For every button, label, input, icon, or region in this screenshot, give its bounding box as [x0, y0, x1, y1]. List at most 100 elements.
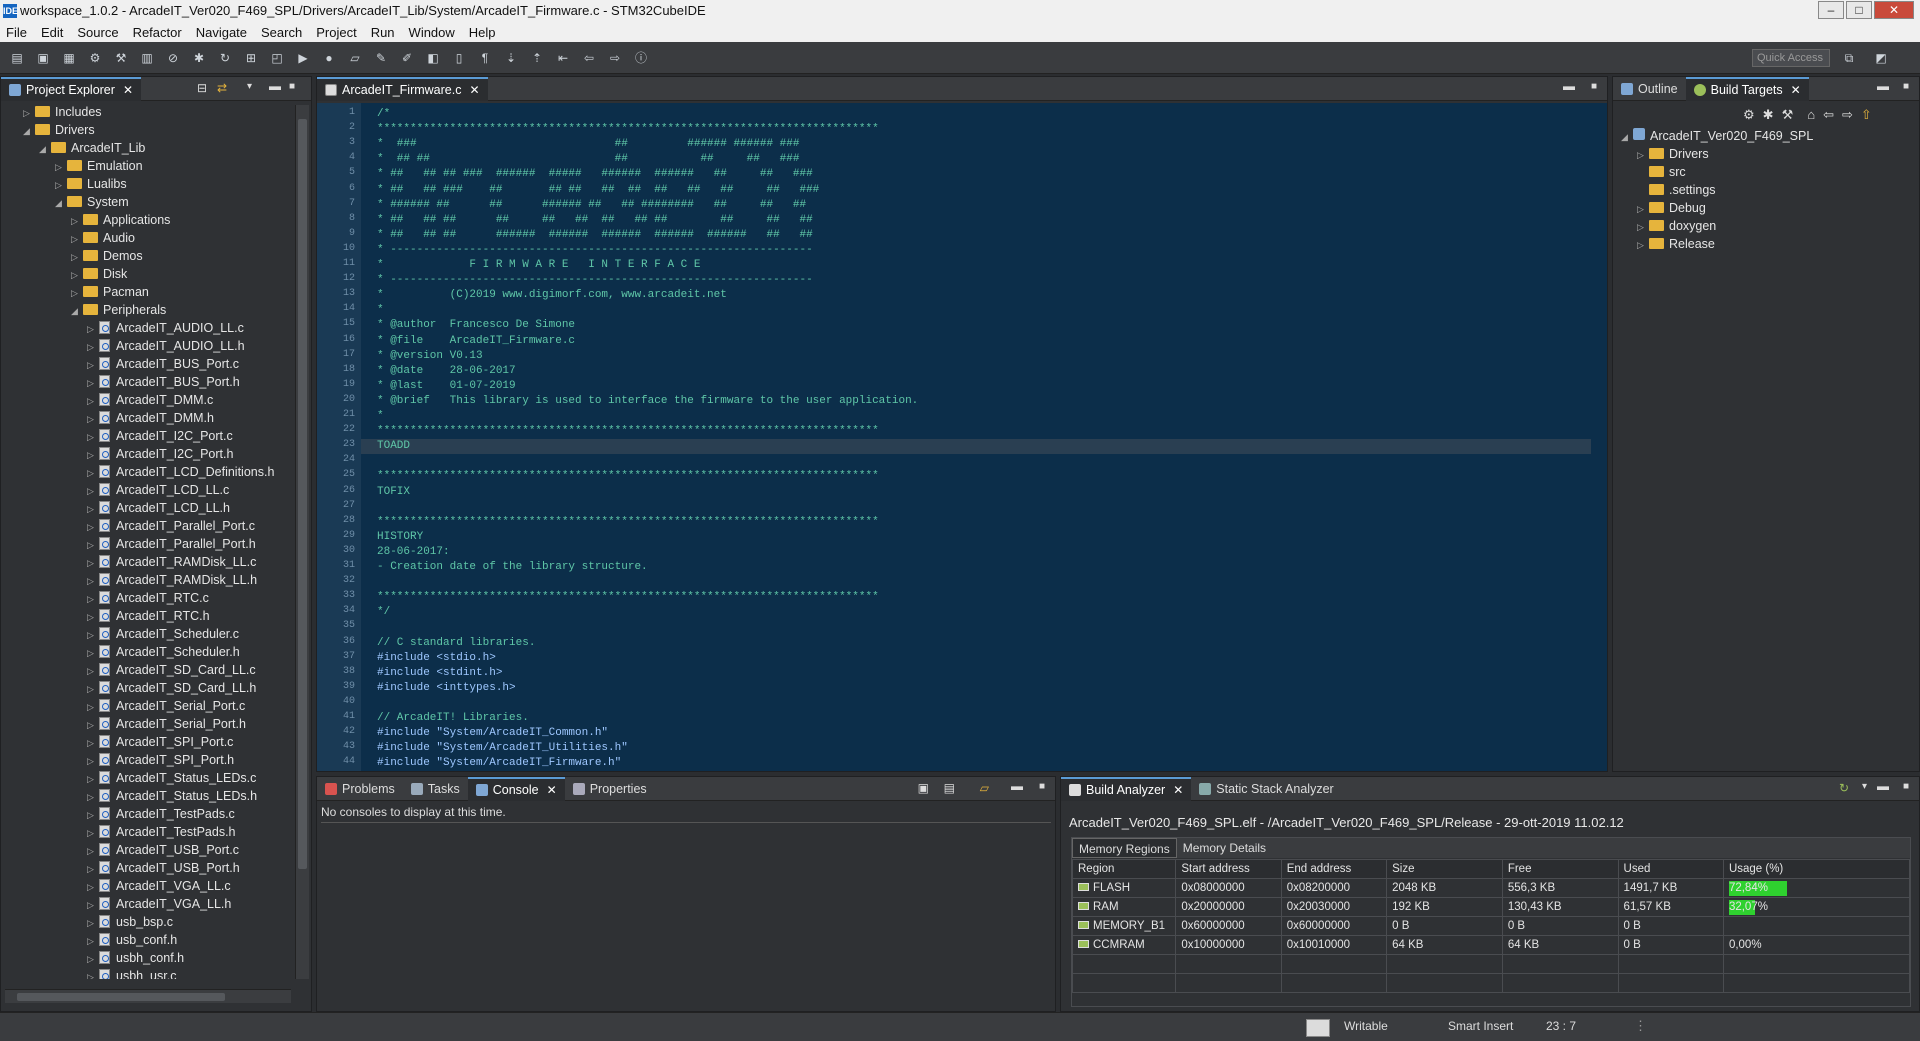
menu-file[interactable]: File: [6, 25, 27, 40]
tree-file[interactable]: ▷ ArcadeIT_SD_Card_LL.c: [87, 661, 256, 679]
collapsed-arrow-icon[interactable]: ▷: [87, 752, 99, 770]
tree-file[interactable]: ▷ ArcadeIT_Scheduler.h: [87, 643, 240, 661]
tab-arcadeit-firmware-c[interactable]: ArcadeIT_Firmware.c ✕: [317, 76, 488, 102]
collapsed-arrow-icon[interactable]: ▷: [71, 266, 83, 284]
code-line[interactable]: */: [377, 605, 390, 620]
tree-file[interactable]: ▷ ArcadeIT_SPI_Port.c: [87, 733, 233, 751]
close-icon[interactable]: ✕: [547, 778, 557, 802]
tree-file[interactable]: ▷ ArcadeIT_Parallel_Port.h: [87, 535, 256, 553]
code-line[interactable]: * @last 01-07-2019: [377, 379, 516, 394]
code-line[interactable]: * (C)2019 www.digimorf.com, www.arcadeit…: [377, 288, 727, 303]
tree-file[interactable]: ▷ ArcadeIT_Status_LEDs.c: [87, 769, 256, 787]
collapsed-arrow-icon[interactable]: ▷: [87, 554, 99, 572]
collapsed-arrow-icon[interactable]: ▷: [71, 230, 83, 248]
refresh-icon[interactable]: ↻: [216, 49, 234, 67]
open-folder-icon[interactable]: ▱: [346, 49, 364, 67]
new-class-icon[interactable]: ◰: [268, 49, 286, 67]
collapsed-arrow-icon[interactable]: ▷: [87, 968, 99, 979]
collapsed-arrow-icon[interactable]: ▷: [87, 680, 99, 698]
annotation-icon[interactable]: ◧: [424, 49, 442, 67]
tree-file[interactable]: ▷ ArcadeIT_SD_Card_LL.h: [87, 679, 256, 697]
subtab-memory-details[interactable]: Memory Details: [1177, 838, 1272, 858]
refresh-icon[interactable]: ↻: [1839, 781, 1849, 795]
maximize-view-icon[interactable]: ■: [1591, 81, 1597, 92]
tree-folder[interactable]: ▷ Debug: [1637, 199, 1706, 217]
tree-file[interactable]: ▷ ArcadeIT_USB_Port.c: [87, 841, 239, 859]
tree-file[interactable]: ▷ ArcadeIT_Status_LEDs.h: [87, 787, 257, 805]
tree-file[interactable]: ▷ usbh_conf.h: [87, 949, 184, 967]
tree-folder[interactable]: ▷ Emulation: [55, 157, 143, 175]
tree-file[interactable]: ▷ ArcadeIT_LCD_LL.h: [87, 499, 230, 517]
tree-folder[interactable]: ◢ System: [55, 193, 129, 211]
tree-file[interactable]: ▷ ArcadeIT_AUDIO_LL.c: [87, 319, 244, 337]
explorer-horizontal-scrollbar[interactable]: [5, 989, 291, 1003]
tree-file[interactable]: ▷ ArcadeIT_Serial_Port.c: [87, 697, 245, 715]
marker-icon[interactable]: ✎: [372, 49, 390, 67]
close-icon[interactable]: ✕: [123, 78, 133, 102]
close-icon[interactable]: ✕: [1173, 778, 1183, 802]
collapsed-arrow-icon[interactable]: ▷: [87, 932, 99, 950]
code-line[interactable]: ****************************************…: [377, 590, 879, 605]
tree-folder[interactable]: .settings: [1637, 181, 1716, 199]
tab-console[interactable]: Console ✕: [467, 776, 565, 802]
include-directive[interactable]: #include "System/ArcadeIT_Utilities.h": [377, 741, 628, 756]
collapsed-arrow-icon[interactable]: ▷: [87, 824, 99, 842]
tree-folder[interactable]: ▷ Pacman: [71, 283, 149, 301]
pin-console-icon[interactable]: ▤: [944, 781, 955, 795]
tree-file[interactable]: ▷ ArcadeIT_BUS_Port.c: [87, 355, 239, 373]
prev-annotation-icon[interactable]: ⇡: [528, 49, 546, 67]
code-line[interactable]: // ArcadeIT! Libraries.: [377, 711, 529, 726]
tree-file[interactable]: ▷ ArcadeIT_Scheduler.c: [87, 625, 239, 643]
tree-file[interactable]: ▷ ArcadeIT_RTC.c: [87, 589, 209, 607]
collapsed-arrow-icon[interactable]: ▷: [87, 536, 99, 554]
explorer-vertical-scrollbar[interactable]: [295, 105, 309, 979]
collapsed-arrow-icon[interactable]: ▷: [87, 392, 99, 410]
collapsed-arrow-icon[interactable]: ▷: [87, 698, 99, 716]
code-line[interactable]: * @file ArcadeIT_Firmware.c: [377, 334, 575, 349]
collapsed-arrow-icon[interactable]: ▷: [71, 212, 83, 230]
tree-file[interactable]: ▷ ArcadeIT_Serial_Port.h: [87, 715, 246, 733]
minimize-view-icon[interactable]: ▬: [269, 79, 281, 93]
code-editor[interactable]: 1 2 3 4 5 6 7 8 9 10 11 12 13 14 15 16 17 18 19 20 21 22 23 24 2…: [317, 103, 1607, 771]
column-header[interactable]: Size: [1386, 859, 1503, 879]
expanded-arrow-icon[interactable]: ◢: [1621, 128, 1633, 146]
code-line[interactable]: ****************************************…: [377, 122, 879, 137]
minimize-view-icon[interactable]: ▬: [1011, 779, 1023, 793]
collapsed-arrow-icon[interactable]: ▷: [87, 914, 99, 932]
maximize-view-icon[interactable]: ■: [1039, 781, 1045, 792]
tree-file[interactable]: ▷ ArcadeIT_AUDIO_LL.h: [87, 337, 245, 355]
include-directive[interactable]: #include "System/ArcadeIT_Common.h": [377, 726, 608, 741]
close-icon[interactable]: ✕: [469, 78, 479, 102]
code-line[interactable]: * @version V0.13: [377, 349, 483, 364]
tab-properties[interactable]: Properties: [565, 777, 655, 801]
link-editor-icon[interactable]: ⇄: [217, 81, 227, 95]
collapsed-arrow-icon[interactable]: ▷: [87, 716, 99, 734]
collapsed-arrow-icon[interactable]: ▷: [87, 644, 99, 662]
code-line[interactable]: 28-06-2017:: [377, 545, 450, 560]
code-line[interactable]: * ## ## ## ###### ###### ###### ###### #…: [377, 228, 813, 243]
display-console-icon[interactable]: ▣: [918, 781, 929, 795]
collapsed-arrow-icon[interactable]: ▷: [87, 356, 99, 374]
menu-edit[interactable]: Edit: [41, 25, 63, 40]
view-menu-icon[interactable]: ▾: [247, 81, 252, 92]
collapsed-arrow-icon[interactable]: ▷: [87, 464, 99, 482]
tree-file[interactable]: ▷ ArcadeIT_VGA_LL.h: [87, 895, 231, 913]
tree-file[interactable]: ▷ ArcadeIT_RTC.h: [87, 607, 210, 625]
tree-file[interactable]: ▷ ArcadeIT_RAMDisk_LL.h: [87, 571, 257, 589]
menu-navigate[interactable]: Navigate: [196, 25, 247, 40]
code-line[interactable]: * ## ## ### ## ## ## ## ## ## ## ## ## #…: [377, 183, 819, 198]
save-icon[interactable]: ▣: [34, 49, 52, 67]
include-directive[interactable]: #include <stdio.h>: [377, 651, 496, 666]
collapsed-arrow-icon[interactable]: ▷: [87, 518, 99, 536]
include-directive[interactable]: #include <stdint.h>: [377, 666, 502, 681]
tab-static-stack-analyzer[interactable]: Static Stack Analyzer: [1191, 777, 1341, 801]
collapsed-arrow-icon[interactable]: ▷: [71, 284, 83, 302]
tree-file[interactable]: ▷ ArcadeIT_SPI_Port.h: [87, 751, 234, 769]
collapsed-arrow-icon[interactable]: ▷: [71, 248, 83, 266]
table-row[interactable]: FLASH 0x08000000 0x08200000 2048 KB 556,3 KB…: [1071, 878, 1911, 898]
debug-icon[interactable]: ✱: [190, 49, 208, 67]
collapsed-arrow-icon[interactable]: ▷: [55, 158, 67, 176]
code-line[interactable]: // C standard libraries.: [377, 636, 535, 651]
new-icon[interactable]: ▤: [8, 49, 26, 67]
table-row[interactable]: MEMORY_B1 0x60000000 0x60000000 0 B 0 B 0 B: [1071, 916, 1911, 936]
